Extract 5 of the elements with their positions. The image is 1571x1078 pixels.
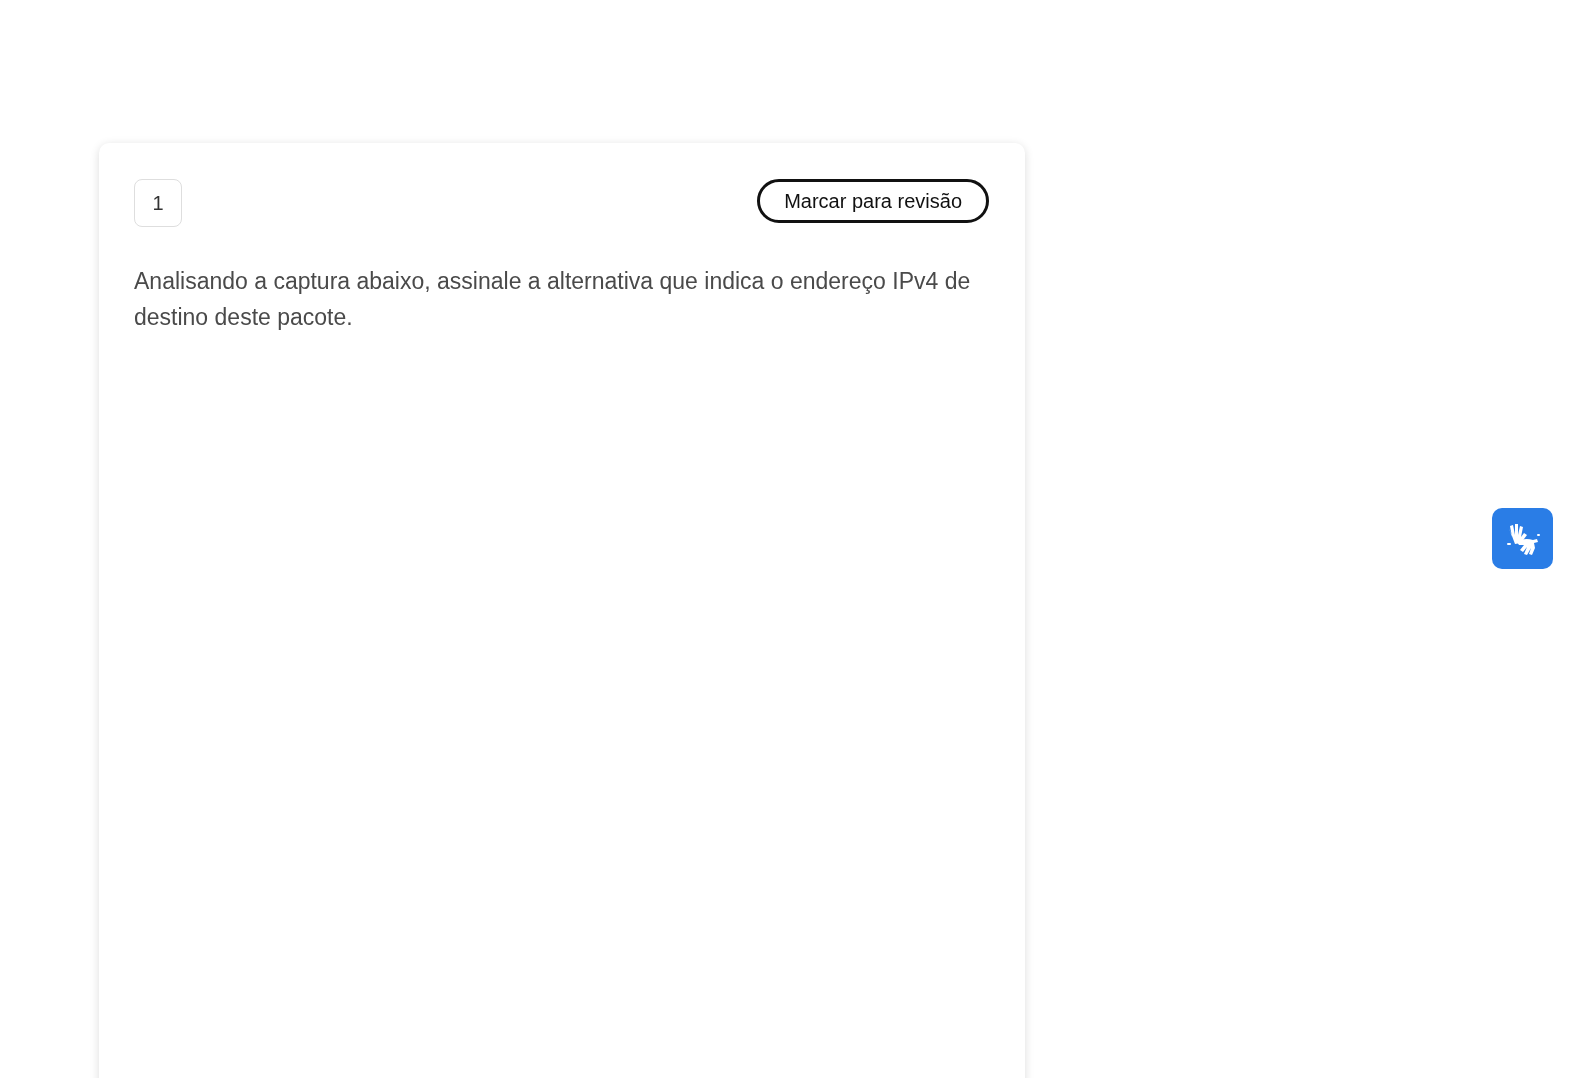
question-number: 1 — [134, 179, 182, 227]
sign-language-button[interactable] — [1492, 508, 1553, 569]
hands-icon — [1504, 521, 1541, 556]
review-button[interactable]: Marcar para revisão — [757, 179, 989, 223]
question-text: Analisando a captura abaixo, assinale a alternativa que indica o endereço IPv4 de destino deste pacote. — [134, 267, 972, 333]
